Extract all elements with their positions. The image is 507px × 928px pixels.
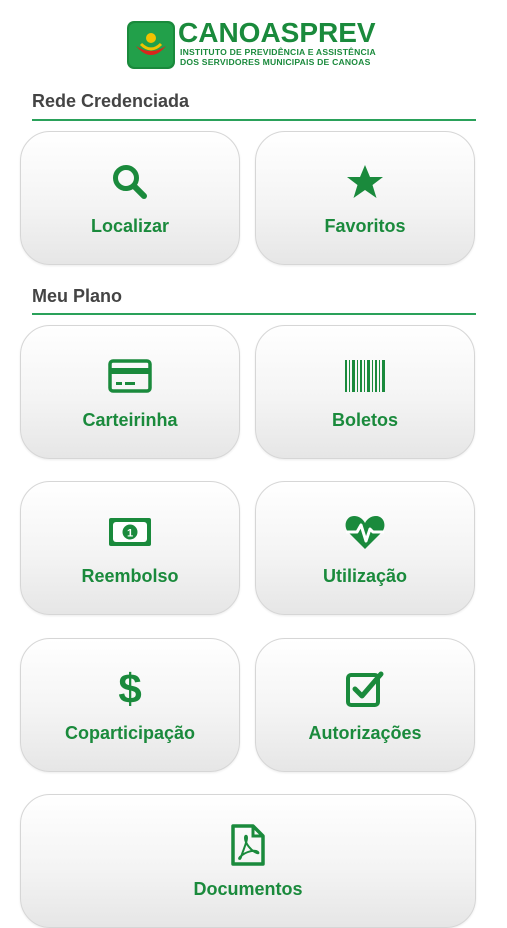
carteirinha-button[interactable]: Carteirinha bbox=[20, 325, 240, 459]
documentos-label: Documentos bbox=[193, 879, 303, 899]
pdf-file-icon bbox=[226, 823, 270, 867]
coparticipacao-button[interactable]: $ Coparticipação bbox=[20, 638, 240, 772]
canoasprev-logo-icon bbox=[127, 21, 175, 69]
search-icon bbox=[108, 160, 152, 204]
coparticipacao-label: Coparticipação bbox=[64, 723, 196, 743]
money-bill-icon: 1 bbox=[108, 510, 152, 554]
dollar-icon: $ bbox=[108, 667, 152, 711]
brand-name: CANOASPREV bbox=[178, 17, 376, 48]
star-icon bbox=[343, 160, 387, 204]
autorizacoes-label: Autorizações bbox=[308, 723, 422, 743]
svg-text:1: 1 bbox=[127, 528, 133, 540]
barcode-icon bbox=[343, 354, 387, 398]
heartbeat-icon bbox=[343, 510, 387, 554]
localizar-label: Localizar bbox=[90, 216, 170, 236]
utilizacao-label: Utilização bbox=[322, 566, 408, 586]
section-title-meu-plano: Meu Plano bbox=[32, 286, 123, 306]
section-divider bbox=[32, 119, 476, 121]
app-header: CANOASPREV INSTITUTO DE PREVIDÊNCIA E AS… bbox=[0, 0, 507, 80]
svg-text:$: $ bbox=[118, 667, 141, 711]
boletos-label: Boletos bbox=[331, 410, 398, 430]
localizar-button[interactable]: Localizar bbox=[20, 131, 240, 265]
section-divider bbox=[32, 313, 476, 315]
reembolso-button[interactable]: 1 Reembolso bbox=[20, 481, 240, 615]
utilizacao-button[interactable]: Utilização bbox=[255, 481, 475, 615]
credit-card-icon bbox=[108, 354, 152, 398]
reembolso-label: Reembolso bbox=[81, 566, 179, 586]
checkbox-icon bbox=[343, 667, 387, 711]
brand-subtitle-line1: INSTITUTO DE PREVIDÊNCIA E ASSISTÊNCIA bbox=[180, 47, 376, 57]
boletos-button[interactable]: Boletos bbox=[255, 325, 475, 459]
documentos-button[interactable]: Documentos bbox=[20, 794, 476, 928]
section-title-rede-credenciada: Rede Credenciada bbox=[32, 91, 190, 111]
favoritos-label: Favoritos bbox=[324, 216, 406, 236]
favoritos-button[interactable]: Favoritos bbox=[255, 131, 475, 265]
carteirinha-label: Carteirinha bbox=[82, 410, 178, 430]
brand-subtitle-line2: DOS SERVIDORES MUNICIPAIS DE CANOAS bbox=[180, 57, 371, 67]
autorizacoes-button[interactable]: Autorizações bbox=[255, 638, 475, 772]
